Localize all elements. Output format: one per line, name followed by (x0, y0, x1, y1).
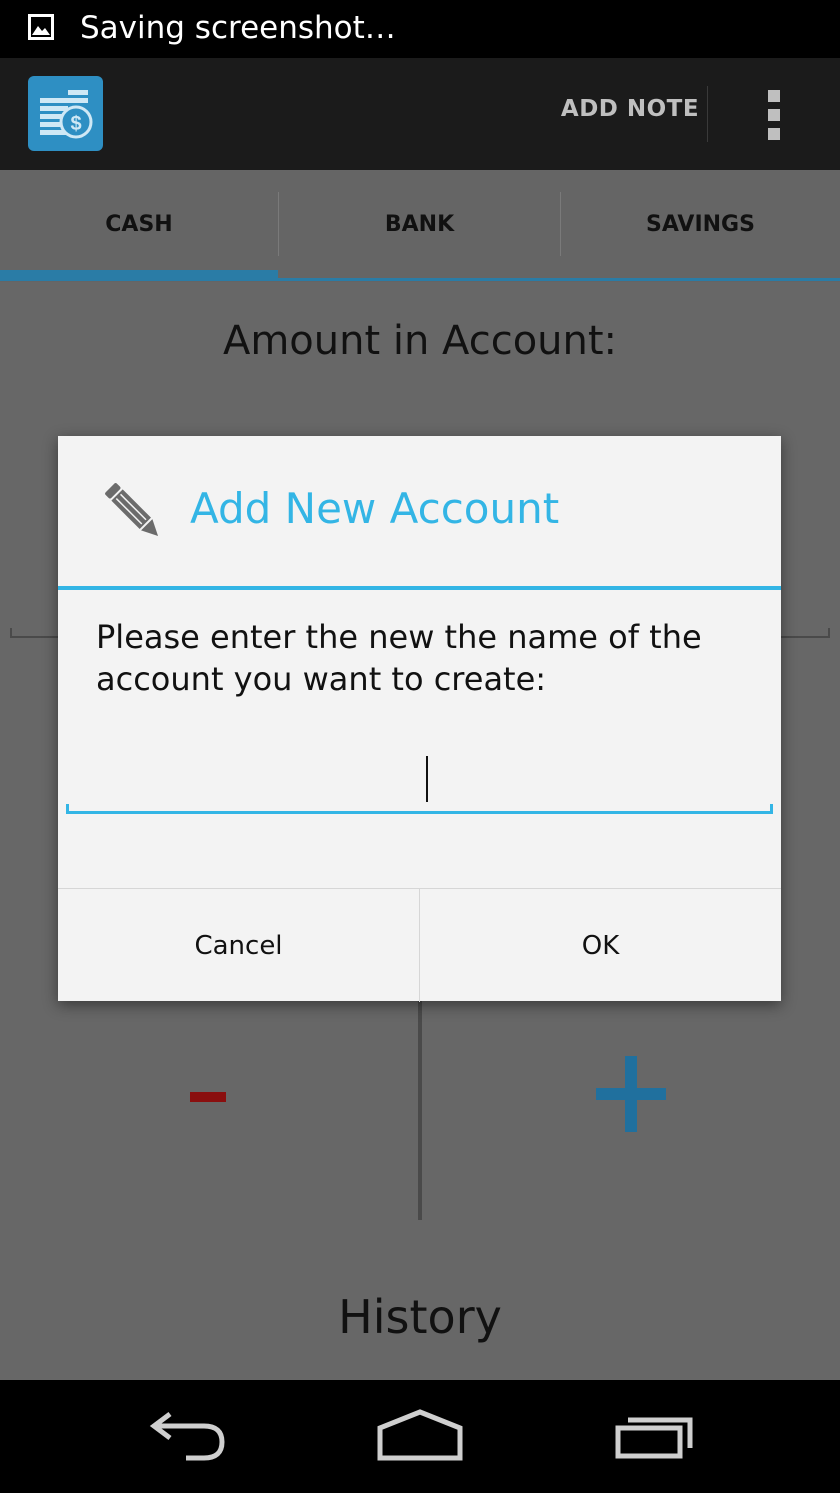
action-bar-divider (707, 86, 708, 142)
amount-label: Amount in Account: (222, 318, 618, 364)
back-icon[interactable] (142, 1404, 232, 1468)
account-name-field[interactable] (66, 754, 777, 814)
money-coins-icon[interactable]: $ (28, 76, 103, 151)
dialog-title-rule (58, 586, 781, 590)
dialog-title: Add New Account (190, 484, 560, 533)
ok-button[interactable]: OK (420, 889, 781, 1002)
cancel-button[interactable]: Cancel (58, 889, 419, 1002)
add-account-dialog: Add New Account Please enter the new the… (58, 436, 781, 1002)
buttons-divider (418, 992, 422, 1220)
dialog-message: Please enter the new the name of the acc… (96, 618, 702, 698)
minus-button[interactable] (190, 1092, 226, 1102)
home-icon[interactable] (375, 1404, 465, 1468)
status-bar: Saving screenshot… (0, 0, 840, 58)
account-tabs: CASH BANK SAVINGS (0, 170, 840, 282)
dialog-header: Add New Account (58, 436, 781, 586)
pencil-icon (105, 483, 159, 537)
navigation-bar (0, 1380, 840, 1493)
tab-cash[interactable]: CASH (0, 170, 278, 278)
plus-button[interactable] (596, 1056, 666, 1132)
tab-selected-indicator (0, 270, 278, 281)
svg-text:$: $ (70, 113, 81, 135)
dialog-buttons: Cancel OK (58, 888, 781, 1002)
tab-savings[interactable]: SAVINGS (561, 170, 840, 278)
history-label[interactable]: History (0, 1290, 840, 1344)
action-bar: $ ADD NOTE (0, 58, 840, 170)
input-underline (66, 804, 773, 814)
account-name-input[interactable] (66, 754, 777, 810)
add-note-button[interactable]: ADD NOTE (560, 96, 700, 122)
tab-bank[interactable]: BANK (279, 170, 560, 278)
image-icon (28, 14, 54, 40)
overflow-menu-icon[interactable] (760, 90, 788, 140)
status-text: Saving screenshot… (80, 10, 396, 46)
recents-icon[interactable] (608, 1404, 698, 1468)
text-caret (426, 756, 428, 802)
